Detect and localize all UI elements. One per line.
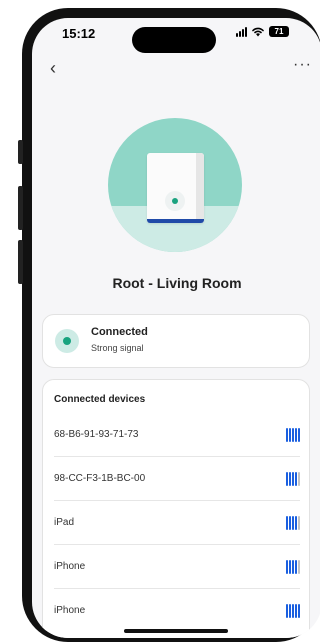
device-name: 68-B6-91-93-71-73 — [54, 429, 139, 440]
home-indicator[interactable] — [124, 629, 228, 633]
volume-down-button — [18, 240, 23, 284]
status-subtitle: Strong signal — [91, 343, 144, 353]
signal-strength-icon — [286, 560, 300, 574]
router-side — [196, 153, 204, 223]
top-nav: ‹ ··· — [32, 56, 320, 80]
device-name: iPhone — [54, 605, 86, 616]
dynamic-island — [132, 27, 216, 53]
router-led-icon — [172, 198, 178, 204]
cellular-signal-icon — [236, 26, 247, 37]
device-row[interactable]: 68-B6-91-93-71-73 — [54, 413, 300, 456]
wifi-icon — [252, 27, 264, 36]
status-bar: 15:12 71 — [32, 18, 320, 54]
mute-switch — [18, 140, 23, 164]
status-indicator-icon — [55, 329, 79, 353]
router-device-image — [147, 153, 204, 223]
device-name: 98-CC-F3-1B-BC-00 — [54, 473, 146, 484]
signal-strength-icon — [286, 604, 300, 618]
signal-strength-icon — [286, 428, 300, 442]
status-dot — [63, 337, 71, 345]
router-base — [147, 219, 204, 223]
status-time: 15:12 — [62, 26, 96, 41]
device-row[interactable]: iPad — [54, 501, 300, 544]
connected-devices-header: Connected devices — [54, 394, 146, 405]
battery-level: 71 — [274, 27, 284, 36]
device-name: iPad — [54, 517, 75, 528]
more-options-icon[interactable]: ··· — [293, 56, 312, 74]
connected-devices-card: Connected devices 68-B6-91-93-71-73 98-C… — [42, 379, 310, 638]
volume-up-button — [18, 186, 23, 230]
connection-status-card: Connected Strong signal — [42, 314, 310, 368]
status-icons: 71 — [236, 26, 289, 37]
battery-icon: 71 — [269, 26, 289, 37]
router-led-ring — [165, 191, 185, 211]
signal-strength-icon — [286, 516, 300, 530]
signal-strength-icon — [286, 472, 300, 486]
back-icon[interactable]: ‹ — [50, 58, 56, 79]
device-name: iPhone — [54, 561, 86, 572]
status-title: Connected — [91, 326, 148, 338]
device-row[interactable]: iPhone — [54, 545, 300, 588]
router-illustration — [108, 118, 242, 252]
app-screen: 15:12 71 ‹ ··· Root - Living Room Connec… — [32, 18, 320, 638]
device-row[interactable]: 98-CC-F3-1B-BC-00 — [54, 457, 300, 500]
device-title: Root - Living Room — [112, 275, 242, 291]
device-row[interactable]: iPhone — [54, 589, 300, 632]
